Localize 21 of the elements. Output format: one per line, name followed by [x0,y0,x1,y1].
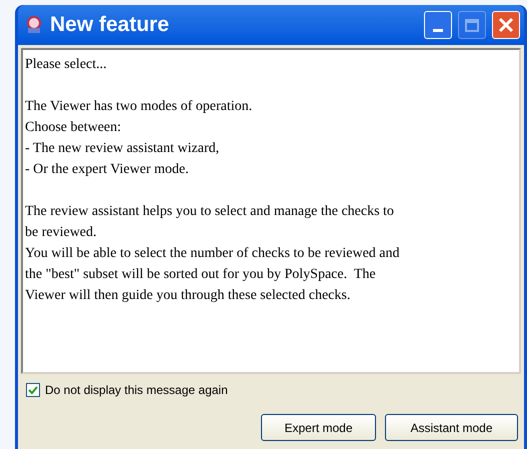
message-line: The Viewer has two modes of operation. [25,98,254,116]
minimize-button[interactable] [424,11,452,39]
app-icon [24,15,44,35]
close-button[interactable] [492,11,520,39]
dont-show-checkbox-row[interactable]: Do not display this message again [26,381,521,399]
message-line: You will be able to select the number of checks to be reviewed and [25,245,401,263]
checkbox[interactable] [26,383,40,397]
message-line: Viewer will then guide you through these selected checks. [25,287,352,305]
message-line: the "best" subset will be sorted out for you by PolySpace. The [25,266,377,284]
message-line: Choose between: [25,119,122,137]
window-title: New feature [50,12,170,38]
dialog-button[interactable]: Assistant mode [385,414,518,441]
message-line: Please select... [25,56,108,74]
checkbox-label: Do not display this message again [45,382,228,399]
message-line: be reviewed. [25,224,98,242]
message-line: The review assistant helps you to select and manage the checks to [25,203,395,221]
dialog-button[interactable]: Expert mode [261,414,376,441]
check-icon [28,385,38,395]
close-icon [498,17,514,33]
message-line: - Or the expert Viewer mode. [25,161,190,179]
message-line: - The new review assistant wizard, [25,140,220,158]
